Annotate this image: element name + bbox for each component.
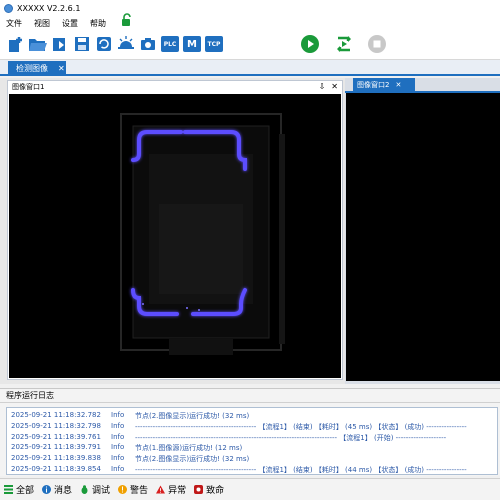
log-title: 程序运行日志 (0, 389, 500, 403)
menu-bar: 文件 视图 设置 帮助 (0, 13, 500, 30)
log-time: 2025-09-21 11:18:32.782 (11, 411, 101, 419)
log-level: Info (111, 411, 125, 419)
open-button[interactable] (28, 34, 48, 54)
menu-view[interactable]: 视图 (34, 18, 50, 29)
stop-circle-icon (368, 35, 386, 53)
camera-icon (141, 38, 155, 50)
log-message: 节点(2.图像显示)运行成功! (32 ms) (135, 412, 250, 420)
new-file-icon (9, 37, 22, 52)
bug-icon (80, 485, 89, 494)
log-message: ----------------------------------------… (135, 466, 467, 474)
filter-info[interactable]: 消息 (42, 483, 72, 496)
close-icon[interactable]: ✕ (395, 81, 401, 89)
camera-image (9, 94, 341, 378)
log-time: 2025-09-21 11:18:39.854 (11, 465, 101, 473)
import-icon (53, 38, 65, 51)
image-window-1: 图像窗口1 ⇩ ✕ (7, 80, 343, 380)
pane-title: 图像窗口1 (12, 83, 45, 91)
modbus-button[interactable]: M (182, 34, 202, 54)
import-button[interactable] (50, 34, 70, 54)
log-level: Info (111, 432, 125, 441)
app-icon (4, 3, 13, 13)
list-icon (4, 485, 13, 494)
log-filter-bar: 全部 消息 调试 警告 异常 致命 (0, 478, 500, 500)
log-level: Info (111, 421, 125, 430)
save-icon (75, 37, 89, 51)
filter-label: 警告 (130, 486, 149, 496)
close-icon[interactable]: ✕ (331, 82, 338, 91)
log-message: ----------------------------------------… (135, 433, 447, 442)
camera-button[interactable] (138, 34, 158, 54)
filter-debug[interactable]: 调试 (80, 483, 110, 496)
refresh-button[interactable] (94, 34, 114, 54)
log-level: Info (111, 465, 125, 473)
log-time: 2025-09-21 11:18:39.761 (11, 432, 101, 441)
tcp-icon: TCP (205, 36, 223, 52)
run-loop-button[interactable] (334, 34, 354, 54)
filter-error[interactable]: 异常 (156, 483, 186, 496)
content-area: 图像窗口1 ⇩ ✕ 图像窗口2 ✕ (0, 78, 500, 384)
filter-all[interactable]: 全部 (4, 483, 34, 496)
log-time: 2025-09-21 11:18:39.838 (11, 454, 101, 463)
title-bar: XXXXX V2.2.6.1 (0, 0, 500, 16)
info-icon (42, 485, 52, 494)
menu-file[interactable]: 文件 (6, 18, 22, 29)
log-level: Info (111, 454, 125, 463)
tab-detection-image[interactable]: 检测图像 ✕ (8, 61, 66, 76)
unlock-icon[interactable] (120, 13, 134, 29)
log-panel: 程序运行日志 2025-09-21 11:18:32.782 Info 节点(2.图… (0, 388, 500, 476)
log-message: ----------------------------------------… (135, 422, 467, 431)
image-view-2[interactable] (346, 93, 500, 381)
tab-label: 检测图像 (16, 64, 48, 73)
filter-label: 致命 (206, 486, 225, 496)
stop-button[interactable] (367, 34, 387, 54)
plc-icon: PLC (161, 36, 179, 52)
error-triangle-icon (156, 485, 166, 494)
image-window-2: 图像窗口2 ✕ (345, 78, 500, 384)
toolbar: PLC M TCP (0, 30, 500, 60)
warning-circle-icon (118, 485, 128, 494)
log-message: 节点(1.图像源)运行成功! (12 ms) (135, 444, 243, 453)
image-view-1[interactable] (9, 94, 341, 378)
light-button[interactable] (116, 34, 136, 54)
menu-help[interactable]: 帮助 (90, 18, 106, 29)
menu-settings[interactable]: 设置 (62, 18, 78, 29)
pane-header: 图像窗口1 ⇩ ✕ (8, 81, 342, 93)
tcp-button[interactable]: TCP (204, 34, 224, 54)
log-list[interactable]: 2025-09-21 11:18:32.782 Info 节点(2.图像显示)运行成… (6, 407, 498, 475)
log-level: Info (111, 443, 125, 452)
filter-warning[interactable]: 警告 (118, 483, 148, 496)
filter-label: 异常 (168, 486, 187, 496)
new-button[interactable] (6, 34, 26, 54)
filter-label: 消息 (54, 486, 73, 496)
log-time: 2025-09-21 11:18:32.798 (11, 421, 101, 430)
pin-icon[interactable]: ⇩ (319, 82, 326, 91)
save-button[interactable] (72, 34, 92, 54)
log-time: 2025-09-21 11:18:39.791 (11, 443, 101, 452)
close-icon[interactable]: ✕ (58, 64, 65, 73)
log-message: 节点(2.图像显示)运行成功! (32 ms) (135, 455, 250, 464)
window-title: XXXXX V2.2.6.1 (17, 3, 81, 13)
folder-open-icon (29, 39, 47, 51)
document-tab-strip: 检测图像 ✕ (0, 60, 500, 76)
filter-label: 全部 (16, 486, 35, 496)
m-icon: M (183, 36, 201, 52)
refresh-icon (97, 37, 111, 51)
filter-fatal[interactable]: 致命 (194, 483, 224, 496)
play-circle-icon (301, 35, 319, 53)
tab-image-window-2[interactable]: 图像窗口2 ✕ (353, 78, 415, 92)
fatal-icon (194, 485, 204, 494)
loop-run-icon (337, 36, 351, 52)
run-once-button[interactable] (300, 34, 320, 54)
lamp-icon (118, 36, 134, 49)
pane-title: 图像窗口2 (357, 81, 390, 89)
filter-label: 调试 (92, 486, 111, 496)
plc-button[interactable]: PLC (160, 34, 180, 54)
